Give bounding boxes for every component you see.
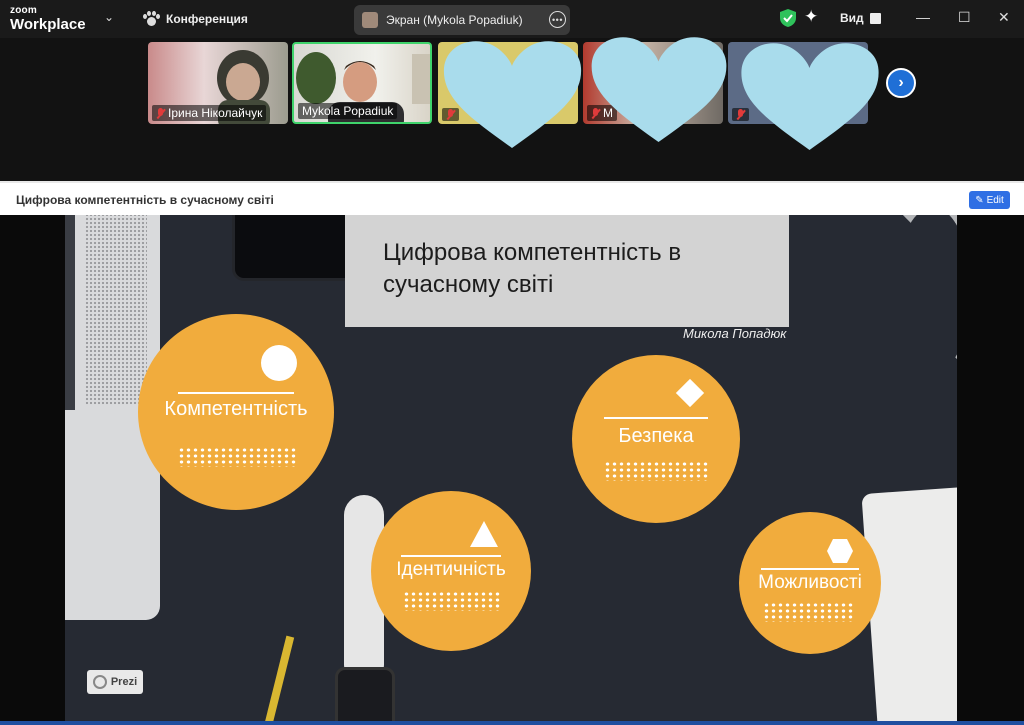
more-options-icon[interactable]: •••	[549, 11, 566, 28]
participant-tile-active[interactable]: Mykola Popadiuk	[292, 42, 432, 124]
prezi-badge[interactable]: Prezi	[87, 670, 143, 694]
zoom-logo[interactable]: zoom Workplace	[10, 5, 86, 33]
logo-top-text: zoom	[10, 5, 37, 16]
topic-circle-security[interactable]: Безпека	[572, 355, 740, 523]
watch-face-image	[335, 667, 395, 725]
meeting-info-button[interactable]: Конференция	[142, 11, 248, 27]
shared-screen: Цифрова компетентність в сучасному світі…	[0, 215, 1024, 725]
participant-name: Ірина Ніколайчук	[152, 105, 267, 121]
heart-overlay	[443, 41, 582, 148]
logo-bottom-text: Workplace	[10, 16, 86, 33]
phone-image	[232, 215, 356, 281]
participant-strip: Ірина Ніколайчук Mykola Popadiuk M ›	[0, 37, 1024, 181]
topic-circle-competence[interactable]: Компетентність	[138, 314, 334, 510]
diamond-shape-icon	[675, 378, 705, 408]
participant-tile[interactable]: Ірина Ніколайчук	[148, 42, 288, 124]
presentation-title: Цифрова компетентність в сучасному світі	[16, 193, 274, 207]
heart-overlay	[741, 43, 879, 150]
zoom-window: zoom Workplace ⌄ Конференция Экран (Myko…	[0, 0, 1024, 725]
prezi-header: Цифрова компетентність в сучасному світі…	[0, 181, 1024, 215]
topic-label: Ідентичність	[396, 559, 506, 580]
security-shield-icon[interactable]	[780, 9, 796, 27]
title-bar: zoom Workplace ⌄ Конференция Экран (Myko…	[0, 0, 1024, 38]
chevron-down-icon[interactable]: ⌄	[104, 10, 114, 24]
circle-shape-icon	[261, 345, 297, 381]
view-label: Вид	[840, 11, 864, 25]
grid-view-icon	[869, 12, 881, 24]
topic-label: Можливості	[758, 572, 862, 593]
participant-name: Mykola Popadiuk	[298, 103, 398, 119]
bottom-accent-line	[0, 721, 1024, 725]
presenter-avatar	[362, 12, 378, 28]
next-page-button[interactable]: ›	[886, 68, 916, 98]
pencil-image	[259, 635, 295, 725]
maximize-icon[interactable]: ☐	[958, 9, 971, 26]
pencil-icon: ✎	[975, 194, 984, 206]
screen-share-label: Экран (Mykola Popadiuk)	[386, 13, 523, 27]
ai-companion-icon[interactable]: ✦	[804, 7, 818, 27]
paw-icon	[142, 11, 160, 27]
screen-share-pill[interactable]: Экран (Mykola Popadiuk) •••	[354, 5, 570, 35]
hexagon-shape-icon	[827, 539, 853, 563]
topic-circle-opportunities[interactable]: Можливості	[739, 512, 881, 654]
close-icon[interactable]: ✕	[998, 9, 1010, 26]
prezi-badge-label: Prezi	[110, 676, 138, 688]
edit-label: Edit	[986, 194, 1004, 206]
minimize-icon[interactable]: —	[916, 9, 930, 25]
topic-label: Безпека	[618, 425, 694, 447]
edit-button[interactable]: ✎ Edit	[969, 191, 1010, 209]
topic-circle-identity[interactable]: Ідентичність	[371, 491, 531, 651]
slide-author: Микола Попадюк	[683, 326, 787, 341]
triangle-shape-icon	[470, 521, 498, 547]
presentation-slide[interactable]: Цифрова компетентність в сучасному світі…	[65, 215, 957, 725]
slide-title-card: Цифрова компетентність в сучасному світі	[345, 215, 789, 327]
meeting-name: Конференция	[166, 12, 248, 26]
mic-muted-icon	[156, 107, 165, 119]
prezi-logo-icon	[92, 675, 107, 689]
topic-label: Компетентність	[164, 398, 308, 420]
cable-image	[883, 215, 957, 385]
heart-overlay	[591, 37, 727, 143]
view-menu-button[interactable]: Вид	[840, 11, 881, 25]
slide-title: Цифрова компетентність в сучасному світі	[383, 239, 682, 299]
